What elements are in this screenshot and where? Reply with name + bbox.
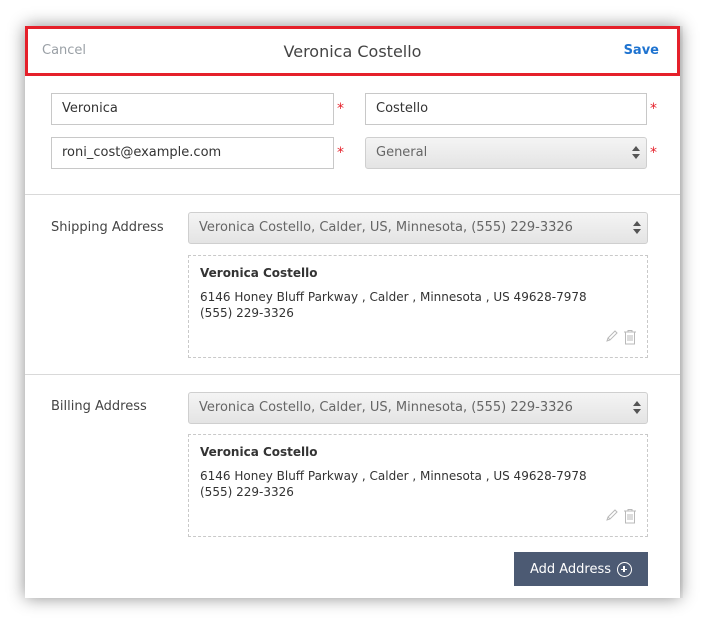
required-mark-last-name: * (650, 101, 657, 117)
customer-group-select[interactable]: General (365, 137, 647, 169)
edit-pencil-icon[interactable] (605, 508, 619, 527)
shipping-address-selected: Veronica Costello, Calder, US, Minnesota… (199, 220, 573, 235)
last-name-field[interactable]: Costello (365, 93, 647, 125)
customer-edit-panel: Cancel Veronica Costello Save Veronica *… (25, 26, 680, 598)
billing-address-name: Veronica Costello (200, 445, 318, 459)
page-title: Veronica Costello (283, 41, 422, 61)
delete-trash-icon[interactable] (623, 508, 637, 527)
billing-address-label: Billing Address (51, 399, 147, 414)
section-divider (25, 374, 680, 375)
required-mark-email: * (337, 145, 344, 161)
section-divider (25, 194, 680, 195)
save-button[interactable]: Save (624, 43, 659, 58)
billing-address-street: 6146 Honey Bluff Parkway , Calder , Minn… (200, 469, 587, 483)
billing-address-selected: Veronica Costello, Calder, US, Minnesota… (199, 400, 573, 415)
required-mark-group: * (650, 145, 657, 161)
select-arrows-icon (633, 401, 641, 415)
shipping-address-select[interactable]: Veronica Costello, Calder, US, Minnesota… (188, 212, 648, 244)
shipping-address-card: Veronica Costello 6146 Honey Bluff Parkw… (188, 255, 648, 358)
required-mark-first-name: * (337, 101, 344, 117)
add-address-label: Add Address (529, 561, 612, 577)
shipping-address-phone: (555) 229-3326 (200, 306, 294, 320)
billing-address-select[interactable]: Veronica Costello, Calder, US, Minnesota… (188, 392, 648, 424)
email-field[interactable]: roni_cost@example.com (51, 137, 334, 169)
cancel-button[interactable]: Cancel (42, 43, 86, 58)
billing-address-actions (605, 508, 637, 527)
shipping-address-street: 6146 Honey Bluff Parkway , Calder , Minn… (200, 290, 587, 304)
select-arrows-icon (633, 221, 641, 235)
select-arrows-icon (632, 146, 640, 160)
customer-group-value: General (376, 145, 428, 160)
plus-circle-icon (617, 561, 633, 577)
panel-header: Cancel Veronica Costello Save (25, 26, 680, 76)
delete-trash-icon[interactable] (623, 329, 637, 348)
shipping-address-label: Shipping Address (51, 220, 164, 235)
billing-address-phone: (555) 229-3326 (200, 485, 294, 499)
billing-address-card: Veronica Costello 6146 Honey Bluff Parkw… (188, 434, 648, 537)
shipping-address-name: Veronica Costello (200, 266, 318, 280)
add-address-button[interactable]: Add Address (514, 552, 648, 586)
shipping-address-actions (605, 329, 637, 348)
first-name-field[interactable]: Veronica (51, 93, 334, 125)
edit-pencil-icon[interactable] (605, 329, 619, 348)
